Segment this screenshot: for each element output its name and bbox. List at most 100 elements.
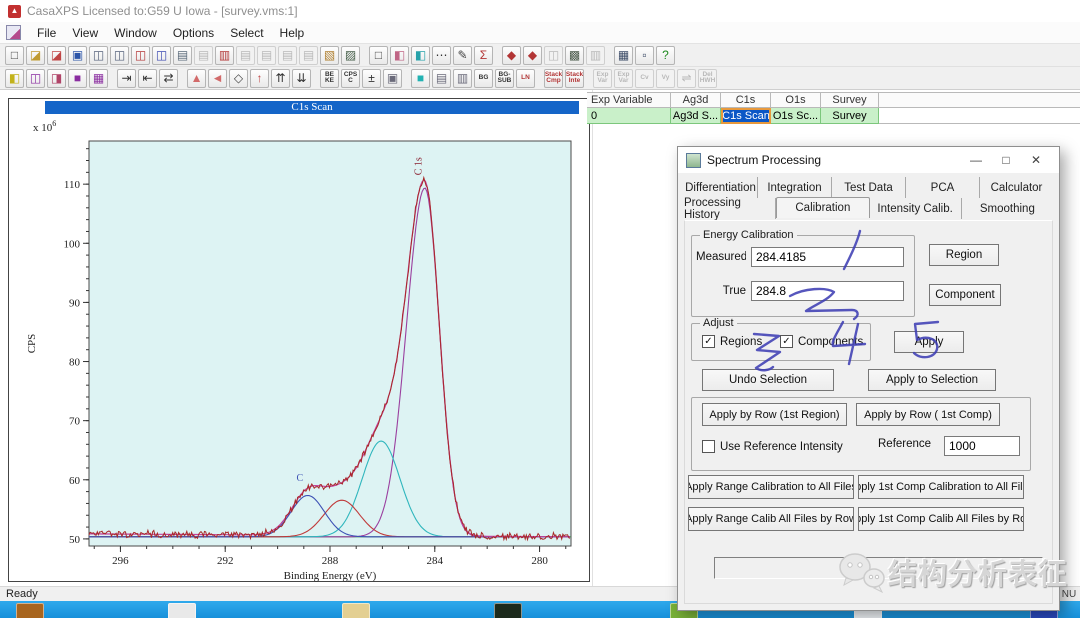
monitor-button[interactable]: ◧: [411, 45, 430, 65]
grid-tiles-button[interactable]: ▦: [89, 68, 108, 88]
menu-help[interactable]: Help: [272, 24, 313, 42]
tab-calibration[interactable]: Calibration: [776, 197, 870, 218]
notes-button[interactable]: ▧: [320, 45, 339, 65]
frame-button[interactable]: ◧: [390, 45, 409, 65]
export-2-button[interactable]: ▤: [257, 45, 276, 65]
apply-by-row-comp-button[interactable]: Apply by Row ( 1st Comp): [856, 403, 1000, 426]
components-checkbox-box[interactable]: ✓: [780, 335, 793, 348]
copy-red-button[interactable]: ◫: [131, 45, 150, 65]
regions-checkbox-box[interactable]: ✓: [702, 335, 715, 348]
tab-test-data[interactable]: Test Data: [832, 177, 906, 198]
maximize-button[interactable]: □: [991, 150, 1021, 170]
tab-intensity-calib[interactable]: Intensity Calib.: [870, 198, 962, 219]
zoom-back-button[interactable]: ◄: [208, 68, 227, 88]
picture-3-button[interactable]: ▥: [453, 68, 472, 88]
use-reference-checkbox[interactable]: Use Reference Intensity: [702, 440, 843, 453]
bg-sub-button[interactable]: BG- SUB: [495, 68, 514, 88]
del-hwh-button[interactable]: Del HWH: [698, 68, 717, 88]
apply-1st-comp-calib-all-files-by-row-button[interactable]: Apply 1st Comp Calib All Files by Row: [858, 507, 1024, 531]
col-ag3d[interactable]: Ag3d: [671, 92, 721, 108]
be-ke-toggle-button[interactable]: BE KE: [320, 68, 339, 88]
apply-button[interactable]: Apply: [894, 331, 964, 353]
taskbar-app-4[interactable]: [494, 603, 522, 618]
col-survey[interactable]: Survey: [821, 92, 879, 108]
cv-button[interactable]: Cv: [635, 68, 654, 88]
tile-rows-button[interactable]: ◨: [47, 68, 66, 88]
col-c1s[interactable]: C1s: [721, 92, 771, 108]
help-button[interactable]: ?: [656, 45, 675, 65]
export-4-button[interactable]: ▤: [299, 45, 318, 65]
annotate-button[interactable]: ✎: [453, 45, 472, 65]
cascade-button[interactable]: ◫: [26, 68, 45, 88]
copy-button[interactable]: ◫: [89, 45, 108, 65]
stack-comp-button[interactable]: Stack Cmp: [544, 68, 563, 88]
apply-to-selection-button[interactable]: Apply to Selection: [868, 369, 996, 391]
mdi-child-icon[interactable]: [6, 25, 21, 40]
close-button[interactable]: ✕: [1021, 150, 1051, 170]
new-display-button[interactable]: □: [369, 45, 388, 65]
paste-special-button[interactable]: ▨: [341, 45, 360, 65]
spectrum-plot[interactable]: 296 292 288 284 280 50 60 70 80 90 100 110 Binding E…: [9, 99, 591, 583]
menu-window[interactable]: Window: [106, 24, 165, 42]
quantification-button[interactable]: ◆: [523, 45, 542, 65]
apply-range-calibration-all-files-button[interactable]: Apply Range Calibration to All Files: [688, 475, 854, 499]
quantify-button[interactable]: Σ: [474, 45, 493, 65]
cell-ag3d-scan[interactable]: Ag3d S...: [671, 108, 721, 124]
zoom-out-button[interactable]: ↑: [250, 68, 269, 88]
apply-range-calib-all-files-by-row-button[interactable]: Apply Range Calib All Files by Row: [688, 507, 854, 531]
save-rows-button[interactable]: ▤: [173, 45, 192, 65]
points-button[interactable]: ⋯: [432, 45, 451, 65]
menu-view[interactable]: View: [64, 24, 106, 42]
col-exp-variable[interactable]: Exp Variable: [587, 92, 671, 108]
export-3-button[interactable]: ▤: [278, 45, 297, 65]
dialog-title-bar[interactable]: Spectrum Processing — □ ✕: [678, 147, 1059, 173]
page-down-button[interactable]: ⇊: [292, 68, 311, 88]
vy-button[interactable]: Vy: [656, 68, 675, 88]
regions-checkbox[interactable]: ✓ Regions: [702, 335, 762, 348]
copy-blue-button[interactable]: ◫: [152, 45, 171, 65]
ln-button[interactable]: LN: [516, 68, 535, 88]
tab-smoothing[interactable]: Smoothing: [962, 198, 1053, 219]
col-o1s[interactable]: O1s: [771, 92, 821, 108]
stack-int-button[interactable]: Stack Inte: [565, 68, 584, 88]
open-recent-button[interactable]: ◪: [47, 45, 66, 65]
print-preview-button[interactable]: ▫: [635, 45, 654, 65]
scroll-left-button[interactable]: ⇤: [138, 68, 157, 88]
exp-var-2-button[interactable]: Exp Var: [614, 68, 633, 88]
picture-2-button[interactable]: ▤: [432, 68, 451, 88]
menu-select[interactable]: Select: [222, 24, 271, 42]
cell-o1s-scan[interactable]: O1s Sc...: [771, 108, 821, 124]
tab-processing-history[interactable]: Processing History: [684, 197, 777, 221]
component-button[interactable]: Component: [929, 284, 1001, 306]
zoom-in-button[interactable]: ▲: [187, 68, 206, 88]
save-button[interactable]: ▣: [68, 45, 87, 65]
export-1-button[interactable]: ▤: [236, 45, 255, 65]
menu-options[interactable]: Options: [165, 24, 222, 42]
print-button[interactable]: ▦: [614, 45, 633, 65]
picture-button[interactable]: ▣: [383, 68, 402, 88]
components-checkbox[interactable]: ✓ Components: [780, 335, 863, 348]
undo-selection-button[interactable]: Undo Selection: [702, 369, 834, 391]
report-button[interactable]: ◫: [544, 45, 563, 65]
overlay-button[interactable]: ■: [68, 68, 87, 88]
measured-input[interactable]: [751, 247, 904, 267]
delete-button[interactable]: ▥: [586, 45, 605, 65]
library-button[interactable]: ▩: [565, 45, 584, 65]
tile-display-button[interactable]: ◧: [5, 68, 24, 88]
squeeze-range-button[interactable]: ⇄: [159, 68, 178, 88]
taskbar-app-3[interactable]: [342, 603, 370, 618]
exp-var-button[interactable]: Exp Var: [593, 68, 612, 88]
swap-button[interactable]: ⇌: [677, 68, 696, 88]
apply-by-row-region-button[interactable]: Apply by Row (1st Region): [702, 403, 847, 426]
new-file-button[interactable]: □: [5, 45, 24, 65]
spectrum-chart-tile[interactable]: 296 292 288 284 280 50 60 70 80 90 100 110 Binding E…: [8, 98, 590, 582]
scroll-right-button[interactable]: ⇥: [117, 68, 136, 88]
open-file-button[interactable]: ◪: [26, 45, 45, 65]
use-reference-checkbox-box[interactable]: [702, 440, 715, 453]
taskbar-app-1[interactable]: [16, 603, 44, 618]
true-input[interactable]: [751, 281, 904, 301]
zoom-range-button[interactable]: ◇: [229, 68, 248, 88]
tab-integration[interactable]: Integration: [758, 177, 832, 198]
bg-button[interactable]: BG: [474, 68, 493, 88]
display-teal-button[interactable]: ■: [411, 68, 430, 88]
